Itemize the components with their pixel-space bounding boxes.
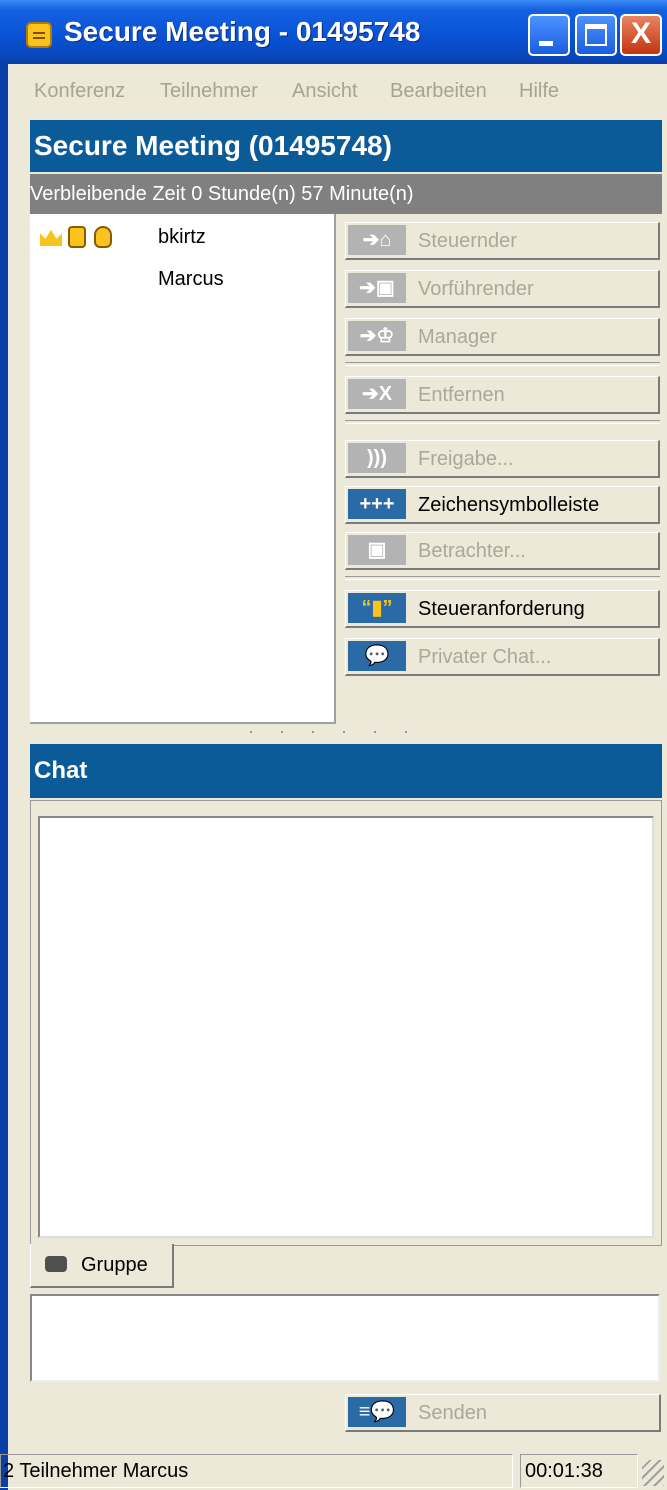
button-label: Zeichensymbolleiste [418,494,600,516]
steueranforderung-button[interactable]: “▮” Steueranforderung [345,590,660,628]
chat-bubble-icon [45,1256,67,1272]
separator [345,362,660,366]
entfernen-button[interactable]: ➔X Entfernen [345,376,660,414]
title-bar[interactable]: Secure Meeting - 01495748 X [0,0,667,64]
controller-icon: ➔⌂ [348,225,406,255]
window-border [0,0,8,1490]
status-participants: 2 Teilnehmer Marcus [0,1454,513,1488]
button-label: Freigabe... [418,448,514,470]
request-control-icon: “▮” [348,593,406,623]
crown-icon: ➔♔ [348,321,406,351]
button-label: Entfernen [418,384,505,406]
meeting-window: Secure Meeting - 01495748 X Konferenz Te… [0,0,667,1490]
button-label: Manager [418,326,497,348]
chat-input[interactable] [30,1294,660,1382]
button-label: Steueranforderung [418,598,585,620]
participant-name[interactable]: Marcus [158,268,224,291]
chat-header: Chat [30,744,662,798]
resize-grip-icon[interactable] [642,1460,664,1486]
button-label: Senden [418,1402,487,1424]
participant-list[interactable]: bkirtz Marcus [30,214,336,724]
minimize-button[interactable] [528,14,570,56]
status-timer: 00:01:38 [520,1454,638,1488]
menu-teilnehmer[interactable]: Teilnehmer [160,80,258,103]
meeting-header: Secure Meeting (01495748) [30,120,662,172]
close-icon: X [630,17,651,50]
vorfuehrender-button[interactable]: ➔▣ Vorführender [345,270,660,308]
remove-icon: ➔X [348,379,406,409]
manager-button[interactable]: ➔♔ Manager [345,318,660,356]
chat-history[interactable] [38,816,654,1238]
send-button[interactable]: ≡💬 Senden [345,1394,661,1432]
tab-gruppe[interactable]: Gruppe [30,1244,174,1288]
button-label: Steuernder [418,230,517,252]
menu-ansicht[interactable]: Ansicht [292,80,358,103]
separator [345,420,660,424]
freigabe-button[interactable]: ))) Freigabe... [345,440,660,478]
maximize-button[interactable] [575,14,617,56]
send-icon: ≡💬 [348,1397,406,1427]
menu-konferenz[interactable]: Konferenz [34,80,125,103]
button-label: Vorführender [418,278,534,300]
share-icon: ))) [348,443,406,473]
drawing-toolbar-icon: +++ [348,489,406,519]
remaining-time: Verbleibende Zeit 0 Stunde(n) 57 Minute(… [30,174,662,214]
tab-label: Gruppe [81,1254,148,1276]
separator [345,576,660,580]
button-label: Betrachter... [418,540,526,562]
betrachter-button[interactable]: ▣ Betrachter... [345,532,660,570]
viewer-icon: ▣ [348,535,406,565]
zeichensymbolleiste-button[interactable]: +++ Zeichensymbolleiste [345,486,660,524]
steuernder-button[interactable]: ➔⌂ Steuernder [345,222,660,260]
private-chat-icon: 💬 [348,641,406,671]
mouse-icon [94,226,112,248]
button-label: Privater Chat... [418,646,552,668]
presenter-icon [68,226,86,248]
menu-bearbeiten[interactable]: Bearbeiten [390,80,487,103]
splitter-handle[interactable]: · · · · · · [0,722,667,744]
participant-name[interactable]: bkirtz [158,226,206,249]
window-title: Secure Meeting - 01495748 [64,16,421,47]
app-icon[interactable] [26,22,52,48]
presenter-icon: ➔▣ [348,273,406,303]
crown-icon [40,229,62,246]
privater-chat-button[interactable]: 💬 Privater Chat... [345,638,660,676]
menu-hilfe[interactable]: Hilfe [519,80,559,103]
close-button[interactable]: X [620,14,662,56]
